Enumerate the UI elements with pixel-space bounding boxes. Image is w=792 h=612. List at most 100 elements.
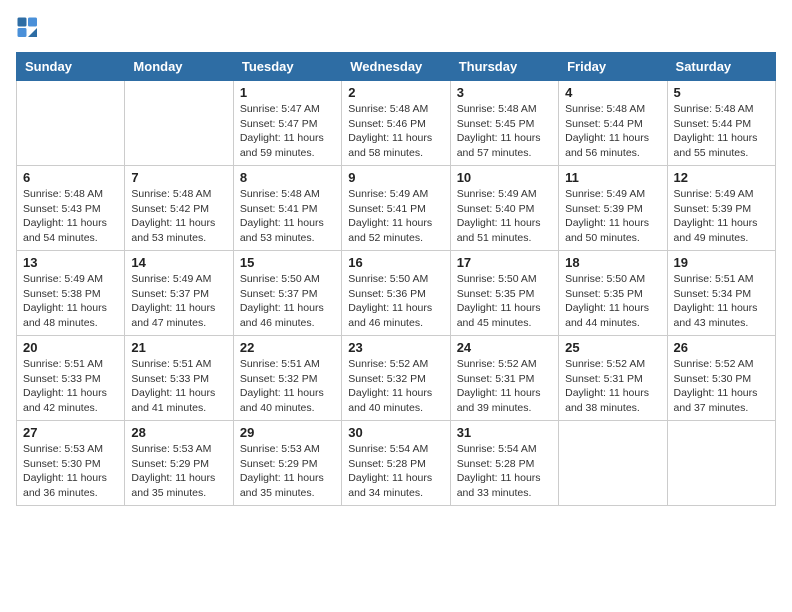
day-info: Sunrise: 5:49 AMSunset: 5:39 PMDaylight:… [674,187,769,246]
calendar-day-cell: 15 Sunrise: 5:50 AMSunset: 5:37 PMDayligh… [233,251,341,336]
day-number: 30 [348,425,443,440]
day-info: Sunrise: 5:50 AMSunset: 5:37 PMDaylight:… [240,272,335,331]
day-number: 28 [131,425,226,440]
calendar-day-cell [667,421,775,506]
calendar-day-cell: 1Sunrise: 5:47 AMSunset: 5:47 PMDaylight… [233,81,341,166]
calendar-day-cell: 26 Sunrise: 5:52 AMSunset: 5:30 PMDayligh… [667,336,775,421]
page-header [16,16,776,40]
day-info: Sunrise: 5:53 AMSunset: 5:29 PMDaylight:… [240,442,335,501]
day-number: 11 [565,170,660,185]
day-number: 20 [23,340,118,355]
day-info: Sunrise: 5:52 AMSunset: 5:32 PMDaylight:… [348,357,443,416]
calendar-day-cell: 17 Sunrise: 5:50 AMSunset: 5:35 PMDayligh… [450,251,558,336]
calendar-day-cell [125,81,233,166]
calendar-day-cell: 4 Sunrise: 5:48 AMSunset: 5:44 PMDaylight… [559,81,667,166]
calendar-day-cell: 27 Sunrise: 5:53 AMSunset: 5:30 PMDayligh… [17,421,125,506]
calendar-week-row: 27 Sunrise: 5:53 AMSunset: 5:30 PMDayligh… [17,421,776,506]
day-info: Sunrise: 5:53 AMSunset: 5:29 PMDaylight:… [131,442,226,501]
weekday-header: Sunday [17,53,125,81]
calendar-day-cell: 24Sunrise: 5:52 AMSunset: 5:31 PMDayligh… [450,336,558,421]
calendar-day-cell: 31 Sunrise: 5:54 AMSunset: 5:28 PMDayligh… [450,421,558,506]
day-info: Sunrise: 5:51 AMSunset: 5:33 PMDaylight:… [131,357,226,416]
day-number: 18 [565,255,660,270]
day-info: Sunrise: 5:54 AMSunset: 5:28 PMDaylight:… [348,442,443,501]
day-info: Sunrise: 5:51 AMSunset: 5:33 PMDaylight:… [23,357,118,416]
calendar-day-cell: 22 Sunrise: 5:51 AMSunset: 5:32 PMDayligh… [233,336,341,421]
day-info: Sunrise: 5:48 AMSunset: 5:44 PMDaylight:… [674,102,769,161]
day-number: 22 [240,340,335,355]
day-number: 26 [674,340,769,355]
weekday-header: Thursday [450,53,558,81]
calendar-day-cell: 5 Sunrise: 5:48 AMSunset: 5:44 PMDaylight… [667,81,775,166]
logo-icon [16,16,40,40]
calendar-day-cell: 2 Sunrise: 5:48 AMSunset: 5:46 PMDaylight… [342,81,450,166]
calendar-day-cell: 10 Sunrise: 5:49 AMSunset: 5:40 PMDayligh… [450,166,558,251]
calendar-day-cell: 3 Sunrise: 5:48 AMSunset: 5:45 PMDaylight… [450,81,558,166]
day-info: Sunrise: 5:52 AMSunset: 5:31 PMDaylight:… [565,357,660,416]
day-number: 25 [565,340,660,355]
calendar-day-cell: 13 Sunrise: 5:49 AMSunset: 5:38 PMDayligh… [17,251,125,336]
day-info: Sunrise: 5:51 AMSunset: 5:34 PMDaylight:… [674,272,769,331]
calendar-day-cell: 30 Sunrise: 5:54 AMSunset: 5:28 PMDayligh… [342,421,450,506]
calendar-week-row: 6Sunrise: 5:48 AMSunset: 5:43 PMDaylight… [17,166,776,251]
day-number: 4 [565,85,660,100]
day-info: Sunrise: 5:52 AMSunset: 5:30 PMDaylight:… [674,357,769,416]
calendar-header-row: SundayMondayTuesdayWednesdayThursdayFrid… [17,53,776,81]
day-number: 1 [240,85,335,100]
calendar-day-cell: 7 Sunrise: 5:48 AMSunset: 5:42 PMDaylight… [125,166,233,251]
logo [16,16,44,40]
day-info: Sunrise: 5:49 AMSunset: 5:39 PMDaylight:… [565,187,660,246]
calendar-day-cell: 16 Sunrise: 5:50 AMSunset: 5:36 PMDayligh… [342,251,450,336]
day-info: Sunrise: 5:49 AMSunset: 5:38 PMDaylight:… [23,272,118,331]
calendar-day-cell: 9 Sunrise: 5:49 AMSunset: 5:41 PMDaylight… [342,166,450,251]
day-number: 2 [348,85,443,100]
calendar-day-cell: 28 Sunrise: 5:53 AMSunset: 5:29 PMDayligh… [125,421,233,506]
day-info: Sunrise: 5:50 AMSunset: 5:35 PMDaylight:… [457,272,552,331]
calendar-day-cell: 18 Sunrise: 5:50 AMSunset: 5:35 PMDayligh… [559,251,667,336]
calendar-day-cell: 14 Sunrise: 5:49 AMSunset: 5:37 PMDayligh… [125,251,233,336]
day-info: Sunrise: 5:50 AMSunset: 5:35 PMDaylight:… [565,272,660,331]
weekday-header: Tuesday [233,53,341,81]
day-number: 14 [131,255,226,270]
day-number: 7 [131,170,226,185]
day-info: Sunrise: 5:48 AMSunset: 5:46 PMDaylight:… [348,102,443,161]
calendar-day-cell: 29 Sunrise: 5:53 AMSunset: 5:29 PMDayligh… [233,421,341,506]
day-info: Sunrise: 5:49 AMSunset: 5:40 PMDaylight:… [457,187,552,246]
calendar-day-cell: 6Sunrise: 5:48 AMSunset: 5:43 PMDaylight… [17,166,125,251]
calendar-day-cell: 12Sunrise: 5:49 AMSunset: 5:39 PMDayligh… [667,166,775,251]
day-number: 8 [240,170,335,185]
day-number: 3 [457,85,552,100]
day-number: 16 [348,255,443,270]
day-info: Sunrise: 5:49 AMSunset: 5:41 PMDaylight:… [348,187,443,246]
day-number: 17 [457,255,552,270]
day-info: Sunrise: 5:49 AMSunset: 5:37 PMDaylight:… [131,272,226,331]
calendar-table: SundayMondayTuesdayWednesdayThursdayFrid… [16,52,776,506]
calendar-week-row: 20 Sunrise: 5:51 AMSunset: 5:33 PMDayligh… [17,336,776,421]
day-number: 31 [457,425,552,440]
calendar-day-cell: 8 Sunrise: 5:48 AMSunset: 5:41 PMDaylight… [233,166,341,251]
day-info: Sunrise: 5:48 AMSunset: 5:44 PMDaylight:… [565,102,660,161]
day-number: 29 [240,425,335,440]
weekday-header: Wednesday [342,53,450,81]
day-info: Sunrise: 5:51 AMSunset: 5:32 PMDaylight:… [240,357,335,416]
calendar-day-cell [559,421,667,506]
day-number: 10 [457,170,552,185]
day-info: Sunrise: 5:54 AMSunset: 5:28 PMDaylight:… [457,442,552,501]
day-number: 15 [240,255,335,270]
day-info: Sunrise: 5:48 AMSunset: 5:45 PMDaylight:… [457,102,552,161]
calendar-day-cell: 19 Sunrise: 5:51 AMSunset: 5:34 PMDayligh… [667,251,775,336]
day-number: 27 [23,425,118,440]
calendar-week-row: 1Sunrise: 5:47 AMSunset: 5:47 PMDaylight… [17,81,776,166]
day-number: 5 [674,85,769,100]
day-number: 13 [23,255,118,270]
calendar-week-row: 13 Sunrise: 5:49 AMSunset: 5:38 PMDayligh… [17,251,776,336]
calendar-day-cell: 25 Sunrise: 5:52 AMSunset: 5:31 PMDayligh… [559,336,667,421]
weekday-header: Saturday [667,53,775,81]
day-info: Sunrise: 5:50 AMSunset: 5:36 PMDaylight:… [348,272,443,331]
day-info: Sunrise: 5:48 AMSunset: 5:42 PMDaylight:… [131,187,226,246]
day-number: 9 [348,170,443,185]
day-number: 19 [674,255,769,270]
day-info: Sunrise: 5:48 AMSunset: 5:43 PMDaylight:… [23,187,118,246]
day-info: Sunrise: 5:53 AMSunset: 5:30 PMDaylight:… [23,442,118,501]
day-info: Sunrise: 5:48 AMSunset: 5:41 PMDaylight:… [240,187,335,246]
